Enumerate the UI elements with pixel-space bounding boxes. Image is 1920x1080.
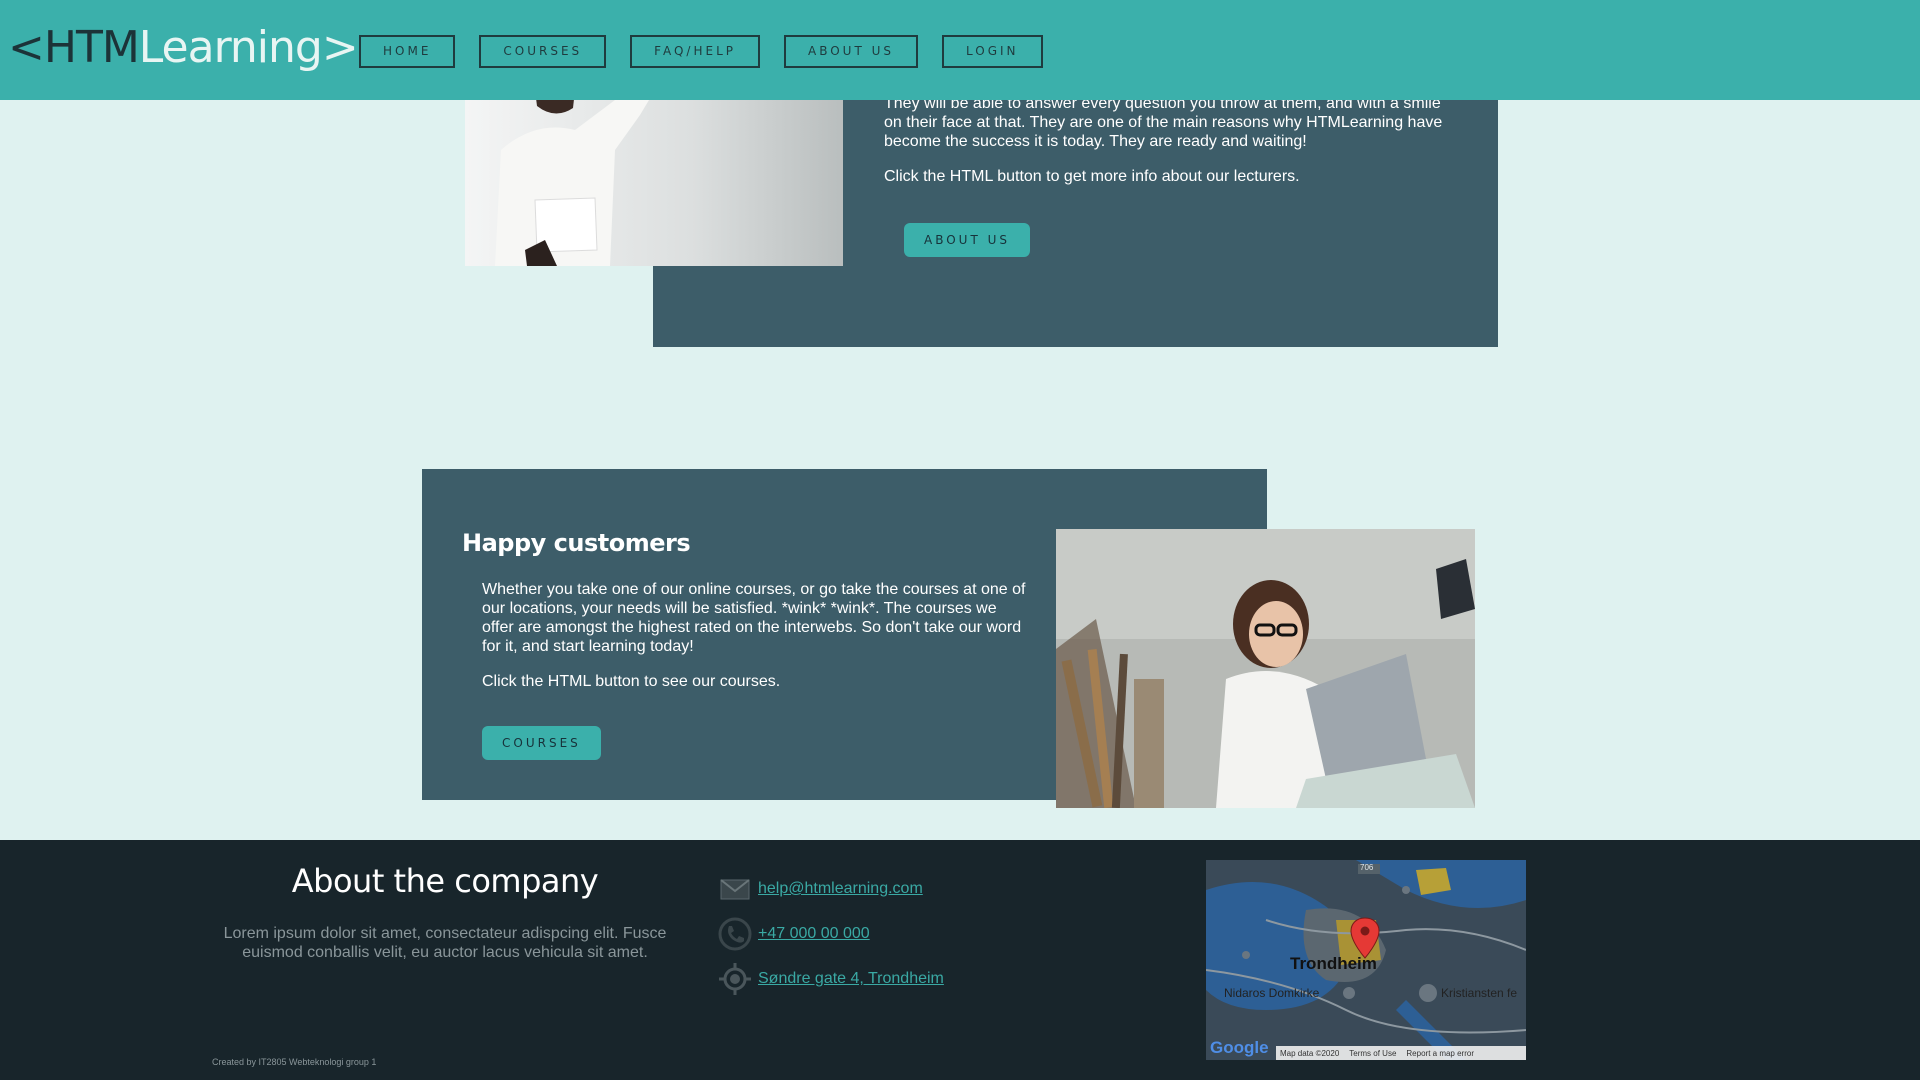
site-header: <HTMLearning> HOME COURSES FAQ/HELP ABOU… — [0, 0, 1920, 100]
address-link[interactable]: Søndre gate 4, Trondheim — [758, 970, 944, 988]
site-logo[interactable]: <HTMLearning> — [8, 18, 359, 78]
lecturer-photo — [465, 90, 843, 266]
phone-link[interactable]: +47 000 00 000 — [758, 925, 870, 943]
google-logo-text: Google — [1210, 1038, 1269, 1057]
lecturers-paragraph: They will be able to answer every questi… — [884, 95, 1443, 150]
map-terms-link[interactable]: Terms of Use — [1349, 1049, 1396, 1058]
lecturer-illustration — [465, 90, 843, 266]
logo-part-light: Learning> — [138, 22, 359, 73]
location-map[interactable]: 706 Trondheim Nidaros Domkirke Kristians… — [1206, 860, 1526, 1060]
nav-home-button[interactable]: HOME — [359, 35, 456, 68]
customers-cta-text: Click the HTML button to see our courses… — [482, 673, 781, 690]
lecturers-text: They will be able to answer every questi… — [884, 94, 1444, 202]
nav-faq-button[interactable]: FAQ/HELP — [630, 35, 760, 68]
main-nav: HOME COURSES FAQ/HELP ABOUT US LOGIN — [359, 35, 1043, 68]
logo-part-dark: <HTM — [8, 22, 140, 73]
contact-phone: +47 000 00 000 — [718, 917, 870, 951]
nav-about-button[interactable]: ABOUT US — [784, 35, 919, 68]
map-city-label: Trondheim — [1290, 954, 1377, 973]
location-target-icon — [719, 963, 751, 995]
contact-email: help@htmlearning.com — [718, 872, 923, 906]
map-road-number: 706 — [1360, 863, 1374, 872]
map-label-kristiansten: Kristiansten fe — [1441, 986, 1518, 1000]
footer-description: Lorem ipsum dolor sit amet, consectateur… — [223, 925, 667, 961]
nav-courses-button[interactable]: COURSES — [479, 35, 607, 68]
footer-credit: Created by IT2805 Webteknologi group 1 — [212, 1057, 377, 1067]
nav-login-button[interactable]: LOGIN — [942, 35, 1043, 68]
mail-icon — [720, 879, 750, 900]
map-report-link[interactable]: Report a map error — [1406, 1049, 1474, 1058]
customers-text: Whether you take one of our online cours… — [482, 580, 1027, 707]
map-label-domkirke: Nidaros Domkirke — [1224, 986, 1320, 1000]
map-attribution-bar: Map data ©2020 Terms of Use Report a map… — [1276, 1046, 1526, 1060]
courses-button[interactable]: COURSES — [482, 726, 601, 760]
customer-photo — [1056, 529, 1475, 808]
map-data-text: Map data ©2020 — [1280, 1048, 1340, 1058]
phone-icon — [718, 917, 752, 951]
contact-address: Søndre gate 4, Trondheim — [718, 962, 944, 996]
customer-illustration — [1056, 529, 1475, 808]
lecturers-cta-text: Click the HTML button to get more info a… — [884, 168, 1300, 185]
customers-paragraph: Whether you take one of our online cours… — [482, 581, 1026, 655]
customers-title: Happy customers — [462, 529, 691, 557]
site-footer: About the company Lorem ipsum dolor sit … — [0, 840, 1920, 1080]
google-logo: Google — [1210, 1038, 1269, 1058]
about-us-button[interactable]: ABOUT US — [904, 223, 1031, 257]
email-link[interactable]: help@htmlearning.com — [758, 880, 923, 898]
